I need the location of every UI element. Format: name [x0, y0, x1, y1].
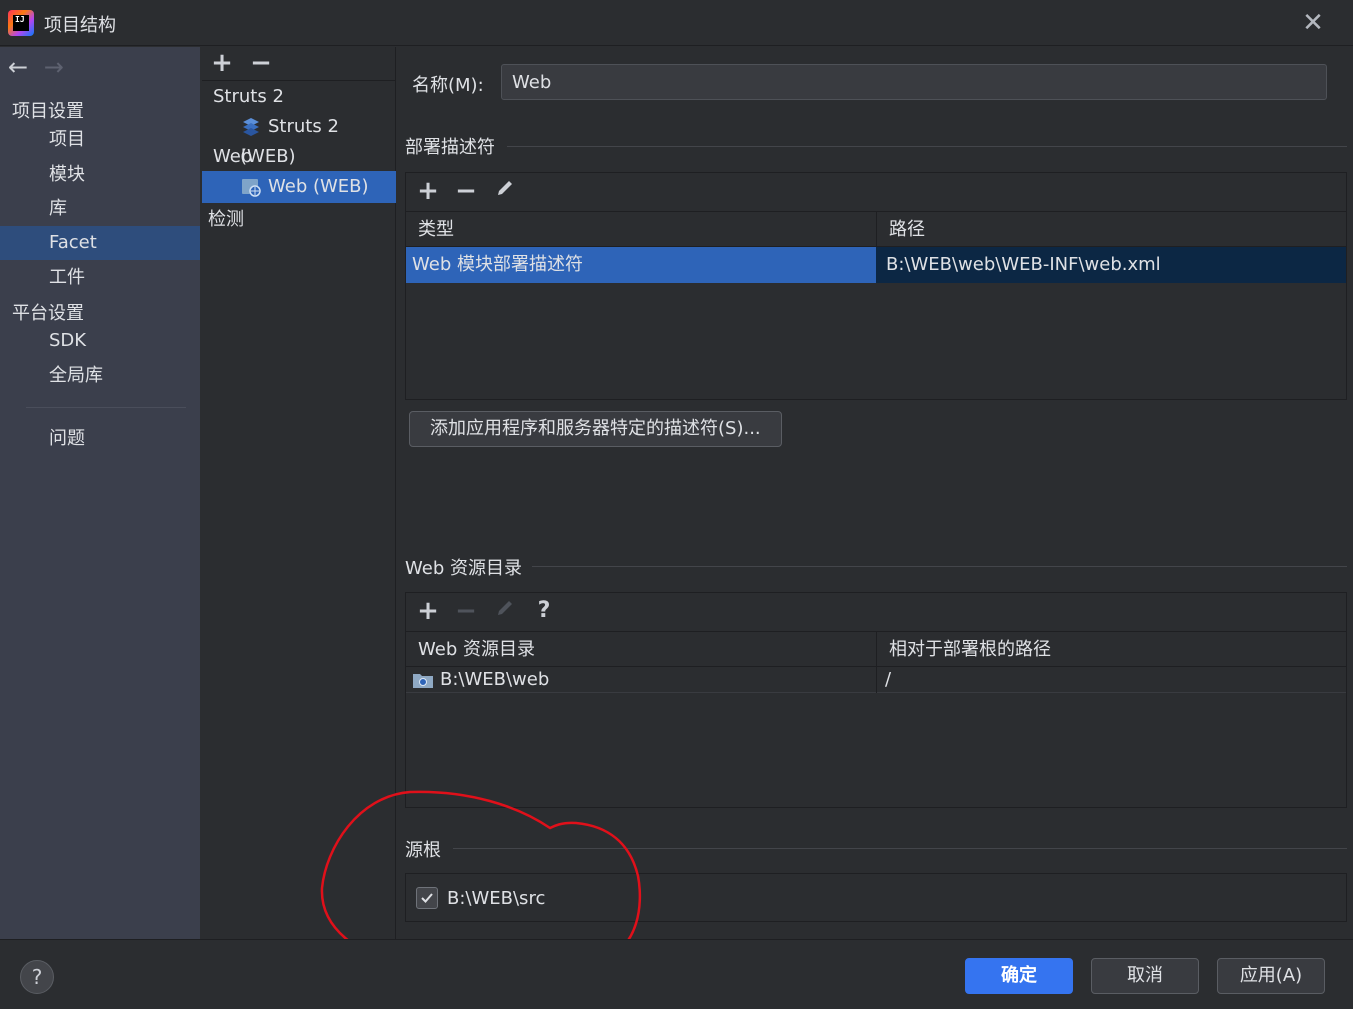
- facets-tree-pane: + − Struts 2 Struts 2 (WEB) Web Web (WEB…: [202, 47, 396, 939]
- sidebar-item-global-libraries[interactable]: 全局库: [0, 359, 200, 393]
- add-server-descriptor-button[interactable]: 添加应用程序和服务器特定的描述符(S)...: [409, 411, 782, 447]
- group-platform-settings: 平台设置: [12, 303, 84, 324]
- tree-item-web-web[interactable]: Web (WEB): [240, 172, 369, 202]
- web-resources-table: + − ? Web 资源目录 相对于部署根的路径 B:\WEB\web /: [405, 592, 1347, 808]
- sidebar-item-libraries[interactable]: 库: [0, 192, 200, 226]
- cell-type: Web 模块部署描述符: [406, 247, 876, 283]
- cell-path: B:\WEB\web\WEB-INF\web.xml: [876, 247, 1346, 283]
- cancel-button[interactable]: 取消: [1091, 958, 1199, 994]
- deploy-descriptors-table: + − 类型 路径 Web 模块部署描述符 B:\WEB\web\WEB-INF…: [405, 172, 1347, 400]
- sidebar-item-modules[interactable]: 模块: [0, 158, 200, 192]
- folder-icon: [413, 674, 433, 688]
- cell-resource-dir: B:\WEB\web: [440, 669, 550, 690]
- deploy-descriptors-title: 部署描述符: [405, 137, 495, 158]
- help-question-icon[interactable]: ?: [531, 597, 557, 625]
- add-facet-button[interactable]: +: [209, 49, 235, 77]
- edit-resource-pencil-icon[interactable]: [492, 597, 518, 625]
- back-arrow-icon[interactable]: ←: [8, 53, 38, 81]
- source-root-checkbox[interactable]: [416, 887, 438, 909]
- section-divider: [507, 146, 1347, 147]
- struts-icon: [243, 118, 259, 136]
- group-project-settings: 项目设置: [12, 101, 84, 122]
- ok-button[interactable]: 确定: [965, 958, 1073, 994]
- cell-relative-path: /: [876, 667, 1346, 693]
- source-roots-list: B:\WEB\src: [405, 873, 1347, 922]
- tree-group-web[interactable]: Web: [213, 142, 252, 172]
- intellij-app-icon: IJ: [8, 10, 34, 36]
- remove-descriptor-button[interactable]: −: [453, 177, 479, 205]
- sidebar-item-project[interactable]: 项目: [0, 123, 200, 157]
- settings-sidebar: ← → 项目设置 项目 模块 库 Facet 工件 平台设置 SDK 全局库 问…: [0, 47, 200, 939]
- facet-details-pane: 名称(M): 部署描述符 + − 类型 路径 Web 模块部署描述符 B:\WE…: [397, 47, 1353, 939]
- tree-item-label: Web (WEB): [268, 176, 369, 197]
- remove-resource-button[interactable]: −: [453, 597, 479, 625]
- dialog-footer: ? 确定 取消 应用(A): [0, 939, 1353, 1009]
- column-header-type[interactable]: 类型: [406, 212, 876, 248]
- sidebar-item-problems[interactable]: 问题: [0, 422, 200, 456]
- help-button[interactable]: ?: [20, 960, 54, 994]
- section-divider: [453, 848, 1347, 849]
- list-item[interactable]: B:\WEB\src: [416, 887, 816, 911]
- source-root-path: B:\WEB\src: [447, 888, 546, 909]
- column-header-web-resource-dir[interactable]: Web 资源目录: [406, 632, 876, 668]
- add-descriptor-button[interactable]: +: [415, 177, 441, 205]
- tree-group-struts2[interactable]: Struts 2: [213, 82, 284, 112]
- column-header-relative-path[interactable]: 相对于部署根的路径: [876, 632, 1346, 668]
- tree-item-detection[interactable]: 检测: [208, 205, 244, 235]
- table-row[interactable]: B:\WEB\web /: [406, 667, 1346, 693]
- remove-facet-button[interactable]: −: [248, 49, 274, 77]
- apply-button[interactable]: 应用(A): [1217, 958, 1325, 994]
- tree-item-struts2-web[interactable]: Struts 2 (WEB): [240, 112, 395, 167]
- close-icon[interactable]: ✕: [1298, 8, 1328, 38]
- table-row[interactable]: Web 模块部署描述符 B:\WEB\web\WEB-INF\web.xml: [406, 247, 1346, 283]
- sidebar-item-sdk[interactable]: SDK: [0, 324, 200, 358]
- sidebar-item-facets[interactable]: Facet: [0, 226, 200, 260]
- table-header: 类型 路径: [406, 211, 1346, 248]
- section-divider: [532, 566, 1347, 567]
- forward-arrow-icon[interactable]: →: [44, 53, 74, 81]
- window-title: 项目结构: [44, 15, 116, 36]
- edit-descriptor-pencil-icon[interactable]: [492, 177, 518, 205]
- name-label: 名称(M):: [412, 75, 484, 96]
- title-bar: IJ 项目结构 ✕: [0, 0, 1353, 46]
- web-resources-title: Web 资源目录: [405, 558, 522, 579]
- table-header: Web 资源目录 相对于部署根的路径: [406, 631, 1346, 668]
- add-resource-button[interactable]: +: [415, 597, 441, 625]
- name-input[interactable]: [501, 64, 1327, 100]
- column-header-path[interactable]: 路径: [876, 212, 1346, 248]
- source-roots-title: 源根: [405, 840, 441, 861]
- facets-toolbar: + −: [202, 47, 396, 81]
- sidebar-divider: [26, 407, 186, 408]
- web-facet-icon: [242, 179, 261, 197]
- sidebar-item-artifacts[interactable]: 工件: [0, 261, 200, 295]
